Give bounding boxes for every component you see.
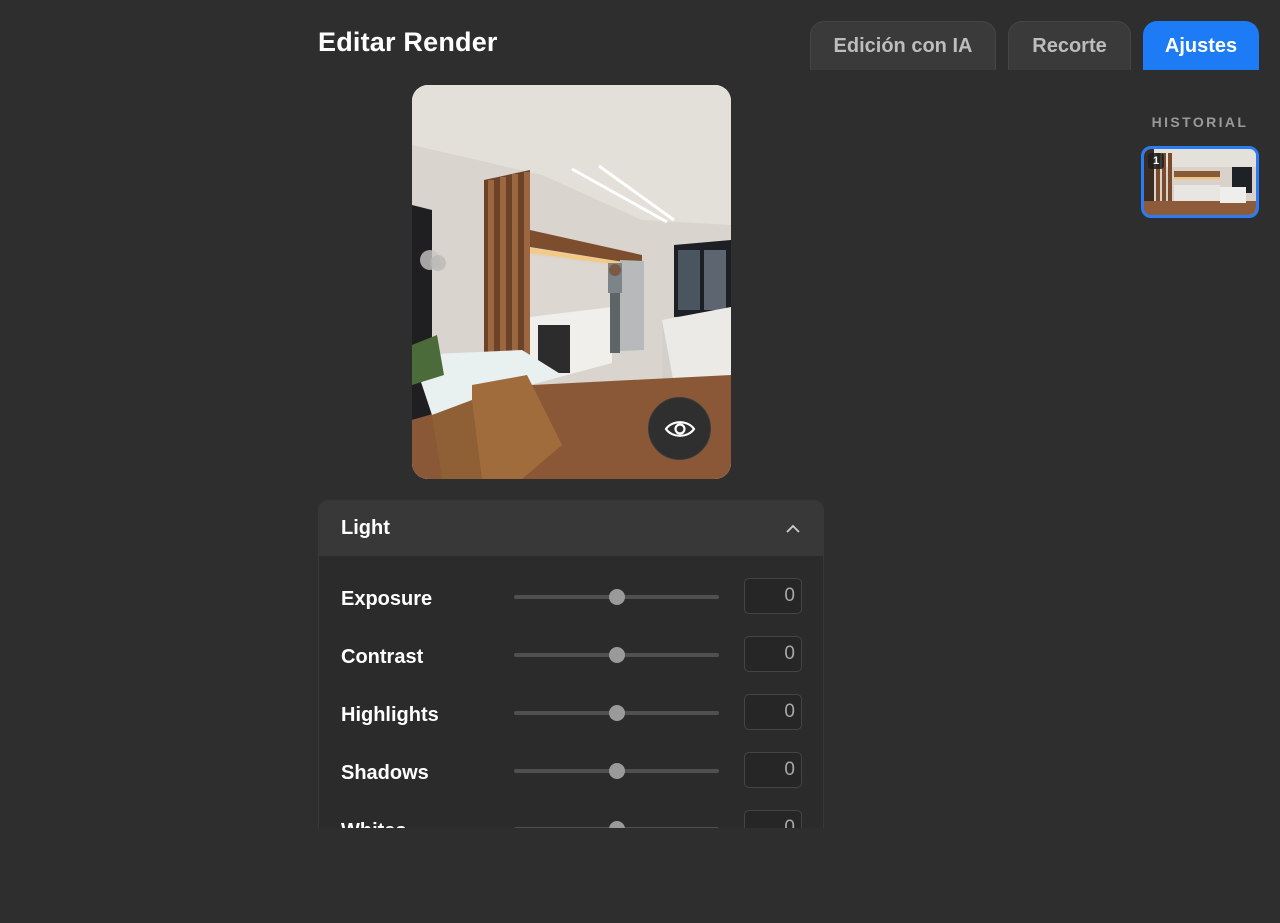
slider-thumb[interactable] xyxy=(608,705,625,721)
light-panel: Light Exposure 0 Contrast 0 Highlights 0 xyxy=(318,500,824,828)
tab-ai-edit[interactable]: Edición con IA xyxy=(810,21,996,70)
history-index-badge: 1 xyxy=(1148,153,1164,169)
shadows-value-input[interactable]: 0 xyxy=(744,752,802,788)
slider-thumb[interactable] xyxy=(608,647,625,663)
panel-title: Light xyxy=(341,517,390,539)
whites-label: Whites xyxy=(341,820,407,828)
history-thumbnail[interactable]: 1 xyxy=(1141,146,1259,218)
exposure-slider[interactable] xyxy=(514,589,719,605)
adjustment-row-highlights: Highlights 0 xyxy=(319,694,823,752)
contrast-label: Contrast xyxy=(341,646,424,668)
shadows-slider[interactable] xyxy=(514,763,719,779)
whites-slider[interactable] xyxy=(514,821,719,828)
adjustment-row-whites: Whites 0 xyxy=(319,810,823,828)
slider-thumb[interactable] xyxy=(608,589,625,605)
shadows-label: Shadows xyxy=(341,762,429,784)
whites-value-input[interactable]: 0 xyxy=(744,810,802,828)
preview-toggle-button[interactable] xyxy=(648,397,711,460)
mode-tabs: Edición con IA Recorte Ajustes xyxy=(810,21,1259,70)
exposure-label: Exposure xyxy=(341,588,433,610)
tab-crop[interactable]: Recorte xyxy=(1008,21,1131,70)
tab-adjustments[interactable]: Ajustes xyxy=(1143,21,1259,70)
eye-icon xyxy=(664,420,695,437)
highlights-value-input[interactable]: 0 xyxy=(744,694,802,730)
edit-render-page: Editar Render Edición con IA Recorte Aju… xyxy=(0,0,1280,923)
slider-thumb[interactable] xyxy=(608,821,625,828)
exposure-value-input[interactable]: 0 xyxy=(744,578,802,614)
slider-thumb[interactable] xyxy=(608,763,625,779)
chevron-up-icon[interactable] xyxy=(785,524,801,534)
render-preview xyxy=(412,85,731,479)
highlights-label: Highlights xyxy=(341,704,439,726)
page-title: Editar Render xyxy=(318,27,498,57)
contrast-slider[interactable] xyxy=(514,647,719,663)
contrast-value-input[interactable]: 0 xyxy=(744,636,802,672)
highlights-slider[interactable] xyxy=(514,705,719,721)
adjustment-row-exposure: Exposure 0 xyxy=(319,578,823,636)
adjustment-row-contrast: Contrast 0 xyxy=(319,636,823,694)
adjustment-row-shadows: Shadows 0 xyxy=(319,752,823,810)
light-panel-header[interactable]: Light xyxy=(319,501,823,556)
history-label: HISTORIAL xyxy=(1151,114,1249,130)
